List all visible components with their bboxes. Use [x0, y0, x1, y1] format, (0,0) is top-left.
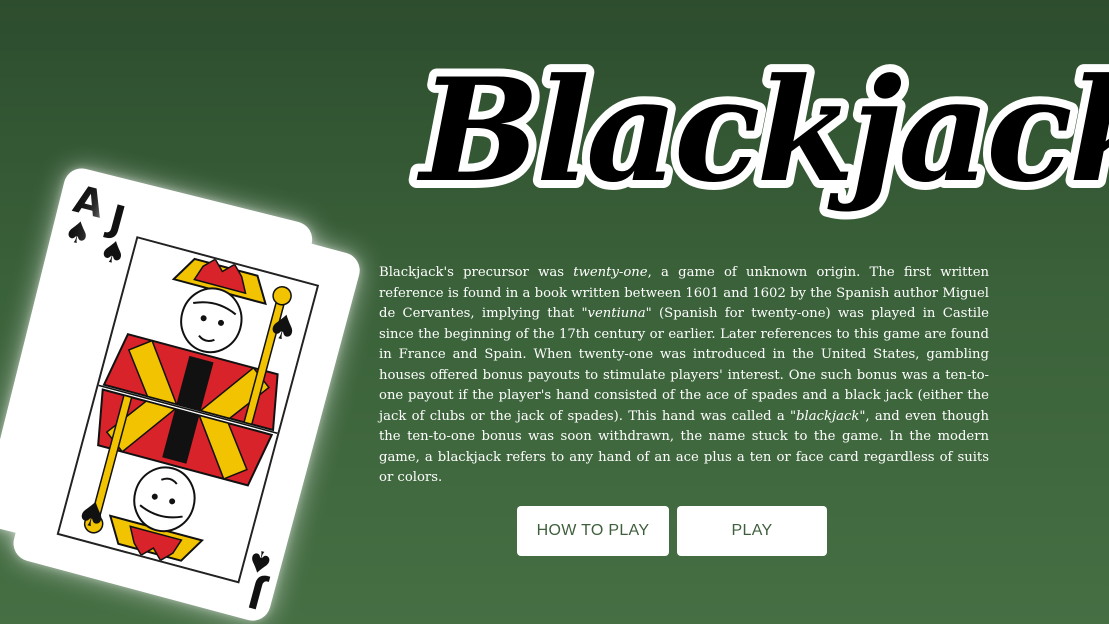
jack-face-art: ♠ ♠ — [56, 236, 320, 584]
description-emphasis-1: twenty-one — [573, 265, 648, 280]
description-text-3: (Spanish for twenty-one) was played in C… — [379, 306, 989, 424]
play-button[interactable]: PLAY — [677, 506, 827, 556]
title-text: Blackjack — [416, 48, 1109, 214]
description-emphasis-3: "blackjack" — [790, 408, 866, 424]
jack-rank-bottom: J — [243, 571, 269, 618]
title-logo: Blackjack Blackjack — [408, 40, 1109, 222]
spade-icon-top: ♠ — [95, 232, 131, 274]
game-description: Blackjack's precursor was twenty-one, a … — [379, 263, 989, 489]
game-title: Blackjack Blackjack — [400, 30, 1109, 240]
spade-icon: ♠ — [60, 213, 95, 254]
how-to-play-button[interactable]: HOW TO PLAY — [517, 506, 669, 556]
cards-illustration: A ♠ J ♠ ♠ ♠ ♠ J — [0, 164, 380, 624]
description-text-1: Blackjack's precursor was — [379, 265, 574, 280]
description-emphasis-2: "ventiuna" — [581, 306, 652, 321]
